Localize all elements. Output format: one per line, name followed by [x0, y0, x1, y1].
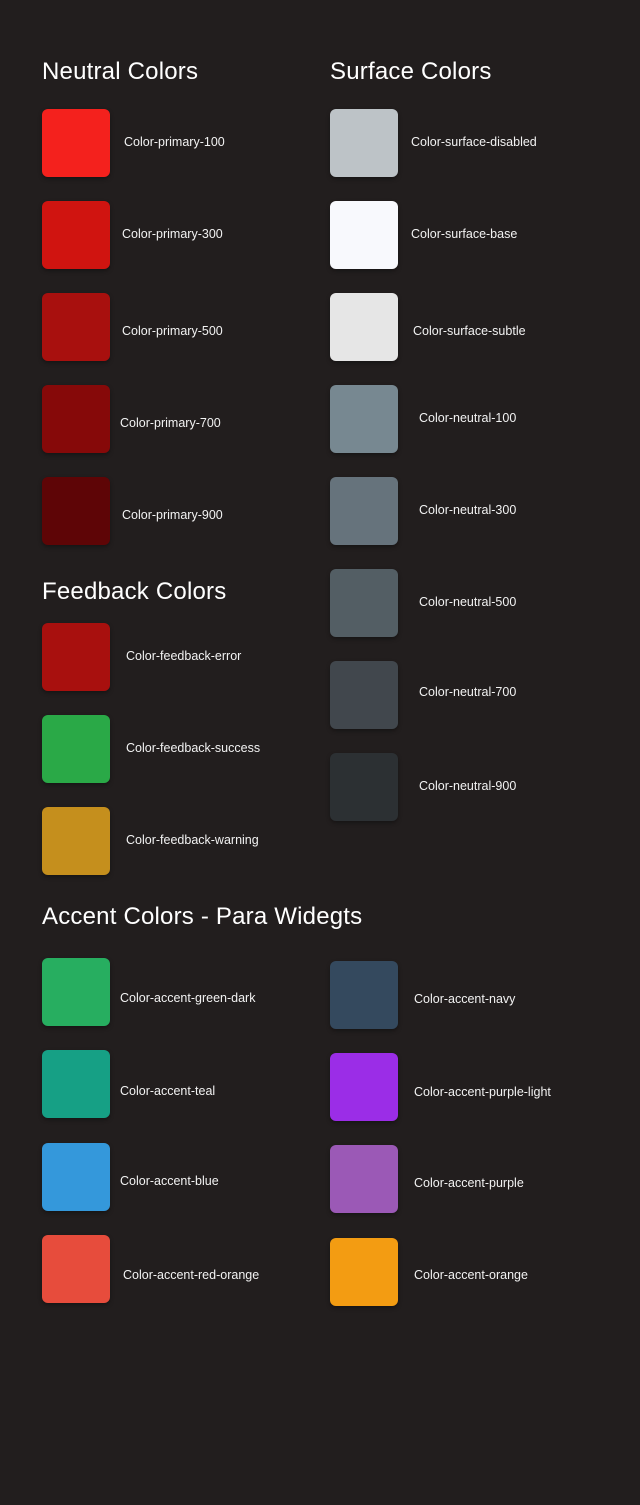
token-label-neutral-500: Color-neutral-500	[419, 595, 517, 609]
color-palette-page: { "sections": { "neutral": { "title": "N…	[0, 0, 640, 1505]
swatch-feedback-warning	[42, 807, 110, 875]
swatch-accent-red-orange	[42, 1235, 110, 1303]
token-label-primary-900: Color-primary-900	[122, 508, 223, 522]
swatch-primary-900	[42, 477, 110, 545]
swatch-surface-subtle	[330, 293, 398, 361]
token-label-feedback-error: Color-feedback-error	[126, 649, 242, 663]
swatch-accent-purple	[330, 1145, 398, 1213]
swatch-surface-base	[330, 201, 398, 269]
token-label-primary-700: Color-primary-700	[120, 416, 221, 430]
token-label-accent-green-dark: Color-accent-green-dark	[120, 991, 256, 1005]
swatch-neutral-900	[330, 753, 398, 821]
token-label-neutral-100: Color-neutral-100	[419, 411, 517, 425]
token-label-accent-teal: Color-accent-teal	[120, 1084, 216, 1098]
swatch-neutral-700	[330, 661, 398, 729]
token-label-surface-disabled: Color-surface-disabled	[411, 135, 537, 149]
swatch-neutral-300	[330, 477, 398, 545]
neutral-colors-heading: Neutral Colors	[42, 58, 199, 85]
token-label-feedback-success: Color-feedback-success	[126, 741, 261, 755]
token-label-accent-orange: Color-accent-orange	[414, 1268, 528, 1282]
swatch-accent-green-dark	[42, 958, 110, 1026]
token-label-feedback-warning: Color-feedback-warning	[126, 833, 259, 847]
token-label-neutral-900: Color-neutral-900	[419, 779, 517, 793]
token-label-primary-500: Color-primary-500	[122, 324, 223, 338]
token-label-accent-navy: Color-accent-navy	[414, 992, 516, 1006]
swatch-primary-500	[42, 293, 110, 361]
token-label-accent-purple-light: Color-accent-purple-light	[414, 1085, 551, 1099]
swatch-primary-300	[42, 201, 110, 269]
token-label-surface-subtle: Color-surface-subtle	[413, 324, 526, 338]
token-label-accent-red-orange: Color-accent-red-orange	[123, 1268, 260, 1282]
swatch-accent-purple-light	[330, 1053, 398, 1121]
swatch-feedback-error	[42, 623, 110, 691]
token-label-accent-purple: Color-accent-purple	[414, 1176, 524, 1190]
token-label-primary-300: Color-primary-300	[122, 227, 223, 241]
swatch-feedback-success	[42, 715, 110, 783]
swatch-accent-teal	[42, 1050, 110, 1118]
swatch-primary-100	[42, 109, 110, 177]
swatch-accent-blue	[42, 1143, 110, 1211]
token-label-neutral-300: Color-neutral-300	[419, 503, 517, 517]
token-label-neutral-700: Color-neutral-700	[419, 685, 517, 699]
surface-colors-heading: Surface Colors	[330, 58, 492, 85]
swatch-neutral-100	[330, 385, 398, 453]
swatch-surface-disabled	[330, 109, 398, 177]
swatch-accent-orange	[330, 1238, 398, 1306]
swatch-primary-700	[42, 385, 110, 453]
token-label-surface-base: Color-surface-base	[411, 227, 518, 241]
swatch-neutral-500	[330, 569, 398, 637]
token-label-primary-100: Color-primary-100	[124, 135, 225, 149]
accent-colors-heading: Accent Colors - Para Widegts	[42, 903, 363, 930]
feedback-colors-heading: Feedback Colors	[42, 578, 227, 605]
swatch-accent-navy	[330, 961, 398, 1029]
token-label-accent-blue: Color-accent-blue	[120, 1174, 219, 1188]
